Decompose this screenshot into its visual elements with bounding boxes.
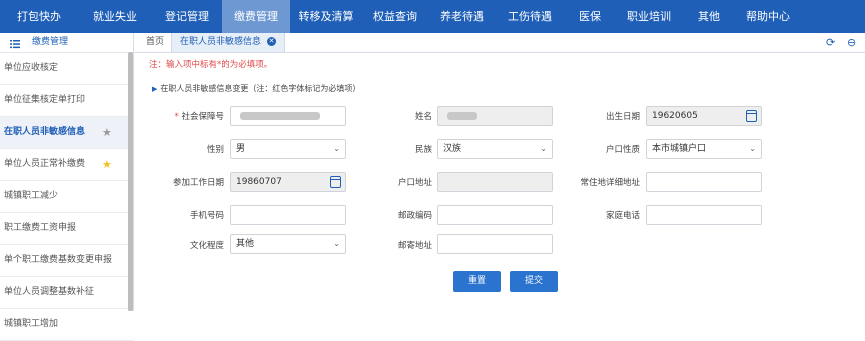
- nav-item-medical[interactable]: 医保: [564, 0, 616, 33]
- sidebar-item-label: 单位人员正常补缴费: [4, 159, 86, 169]
- sidebar-item-label: 职工缴费工资申报: [4, 223, 77, 233]
- education-select[interactable]: 其他 ⌄: [230, 234, 346, 254]
- nav-item-quick[interactable]: 打包快办: [0, 0, 78, 33]
- residence-field[interactable]: [646, 172, 762, 192]
- sidebar-item-base-adjust[interactable]: 单位人员调整基数补征: [0, 277, 133, 309]
- scrollbar-thumb[interactable]: [128, 52, 133, 311]
- nav-item-transfer[interactable]: 转移及清算: [290, 0, 362, 33]
- star-outline-icon[interactable]: ★: [102, 117, 112, 148]
- nav-item-other[interactable]: 其他: [682, 0, 736, 33]
- chevron-down-icon: ⌄: [333, 239, 340, 248]
- sidebar: 缴费管理 单位应收核定 单位征集核定单打印 在职人员非敏感信息 ★ 单位人员正常补…: [0, 33, 134, 341]
- tab-active[interactable]: 在职人员非敏感信息 ✕: [171, 33, 286, 52]
- name-field[interactable]: [437, 106, 553, 126]
- nav-item-injury[interactable]: 工伤待遇: [496, 0, 564, 33]
- section-title-text: 在职人员非敏感信息变更（注：红色字体标记为必填项）: [160, 84, 361, 93]
- sidebar-item-label: 单位人员调整基数补征: [4, 287, 95, 297]
- education-label: 文化程度: [189, 241, 224, 251]
- home-phone-field[interactable]: [646, 205, 762, 225]
- tab-label: 在职人员非敏感信息: [180, 37, 262, 47]
- postcode-label: 邮政编码: [397, 211, 432, 221]
- mobile-label: 手机号码: [189, 211, 224, 221]
- sidebar-item-wage-declare[interactable]: 职工缴费工资申报: [0, 213, 133, 245]
- sidebar-item-base-change[interactable]: 单个职工缴费基数变更申报: [0, 245, 133, 277]
- sidebar-item-nonsensitive-info[interactable]: 在职人员非敏感信息 ★: [0, 117, 133, 149]
- sidebar-title: 缴费管理: [32, 37, 69, 47]
- sidebar-item-label: 在职人员非敏感信息: [4, 127, 86, 137]
- birth-label: 出生日期: [605, 112, 640, 122]
- menu-icon[interactable]: [10, 38, 20, 48]
- triangle-icon: ▶: [152, 85, 158, 93]
- sidebar-scrollbar[interactable]: [128, 52, 133, 311]
- sidebar-item-print-collection[interactable]: 单位征集核定单打印: [0, 85, 133, 117]
- submit-button[interactable]: 提交: [510, 271, 558, 292]
- refresh-icon[interactable]: ⟳: [826, 36, 835, 49]
- nav-item-payment[interactable]: 缴费管理: [222, 0, 290, 33]
- sidebar-item-label: 城镇职工增加: [4, 319, 59, 329]
- ssn-label: * 社会保障号: [174, 112, 224, 122]
- ethnicity-label: 民族: [414, 145, 432, 155]
- reset-button[interactable]: 重置: [453, 271, 501, 292]
- sidebar-item-label: 单位应收核定: [4, 63, 59, 73]
- hukou-addr-field[interactable]: [437, 172, 553, 192]
- ethnicity-select[interactable]: 汉族 ⌄: [437, 139, 553, 159]
- postcode-field[interactable]: [437, 205, 553, 225]
- sidebar-item-label: 单个职工缴费基数变更申报: [4, 255, 113, 265]
- mobile-field[interactable]: [230, 205, 346, 225]
- masked-value: [240, 111, 320, 120]
- hukou-type-select[interactable]: 本市城镇户口 ⌄: [646, 139, 762, 159]
- nav-item-registration[interactable]: 登记管理: [152, 0, 222, 33]
- hukou-type-label: 户口性质: [605, 145, 640, 155]
- top-nav: 打包快办 就业失业 登记管理 缴费管理 转移及清算 权益查询 养老待遇 工伤待遇…: [0, 0, 865, 33]
- section-title: ▶ 在职人员非敏感信息变更（注：红色字体标记为必填项）: [152, 83, 360, 94]
- nav-item-pension[interactable]: 养老待遇: [428, 0, 496, 33]
- sidebar-header: 缴费管理: [0, 33, 133, 53]
- nav-item-training[interactable]: 职业培训: [616, 0, 682, 33]
- nav-item-rights[interactable]: 权益查询: [362, 0, 428, 33]
- close-icon[interactable]: ✕: [267, 37, 277, 46]
- nav-item-help[interactable]: 帮助中心: [736, 0, 800, 33]
- tab-home[interactable]: 首页: [146, 33, 164, 52]
- ssn-field[interactable]: [230, 106, 346, 126]
- chevron-down-icon: ⌄: [540, 144, 547, 153]
- required-note: 注：输入项中标有*的为必填项。: [149, 60, 273, 70]
- sidebar-item-unit-receivable[interactable]: 单位应收核定: [0, 53, 133, 85]
- calendar-icon[interactable]: [746, 110, 757, 122]
- mail-addr-field[interactable]: [437, 234, 553, 254]
- work-start-label: 参加工作日期: [172, 178, 224, 188]
- chevron-down-icon: ⌄: [749, 144, 756, 153]
- gender-select[interactable]: 男 ⌄: [230, 139, 346, 159]
- sidebar-item-back-payment[interactable]: 单位人员正常补缴费 ★: [0, 149, 133, 181]
- more-icon[interactable]: ⊖: [847, 36, 856, 49]
- mail-addr-label: 邮寄地址: [397, 241, 432, 251]
- work-start-field[interactable]: 19860707: [230, 172, 346, 192]
- chevron-down-icon: ⌄: [333, 144, 340, 153]
- nav-item-employment[interactable]: 就业失业: [78, 0, 152, 33]
- home-phone-label: 家庭电话: [605, 211, 640, 221]
- masked-value: [447, 111, 477, 120]
- sidebar-item-worker-decrease[interactable]: 城镇职工减少: [0, 181, 133, 213]
- calendar-icon[interactable]: [330, 176, 341, 188]
- star-filled-icon[interactable]: ★: [102, 149, 112, 180]
- birth-date-field[interactable]: 19620605: [646, 106, 762, 126]
- residence-label: 常住地详细地址: [580, 178, 640, 188]
- gender-label: 性别: [206, 145, 224, 155]
- name-label: 姓名: [414, 112, 432, 122]
- sidebar-item-label: 城镇职工减少: [4, 191, 59, 201]
- sidebar-item-label: 单位征集核定单打印: [4, 95, 86, 105]
- hukou-addr-label: 户口地址: [397, 178, 432, 188]
- tab-bar: 首页 在职人员非敏感信息 ✕ ⟳ ⊖: [134, 33, 865, 53]
- sidebar-item-worker-increase[interactable]: 城镇职工增加: [0, 309, 133, 341]
